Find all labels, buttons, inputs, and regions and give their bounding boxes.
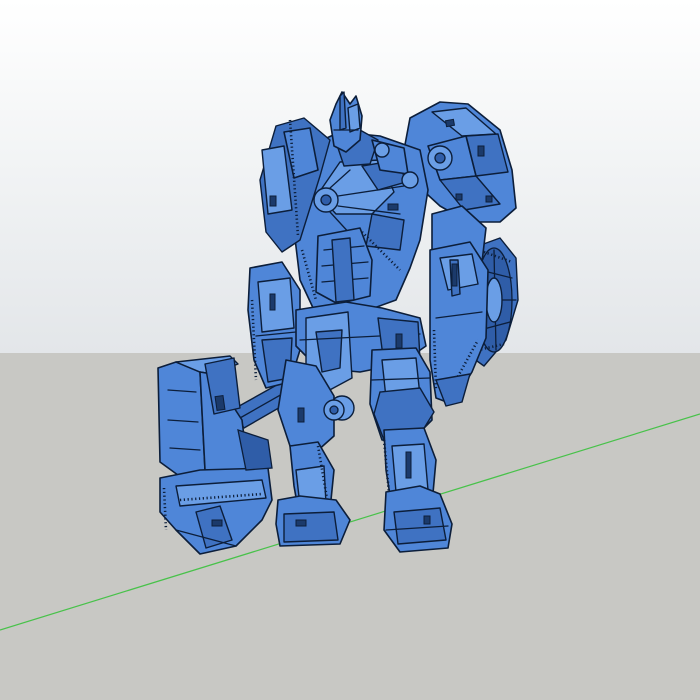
robot-model[interactable] — [157, 91, 519, 555]
head[interactable] — [329, 91, 363, 153]
hammer-back-block — [157, 361, 206, 479]
left-leg[interactable] — [275, 359, 355, 547]
model-canvas[interactable] — [0, 0, 700, 700]
3d-viewport[interactable] — [0, 0, 700, 700]
